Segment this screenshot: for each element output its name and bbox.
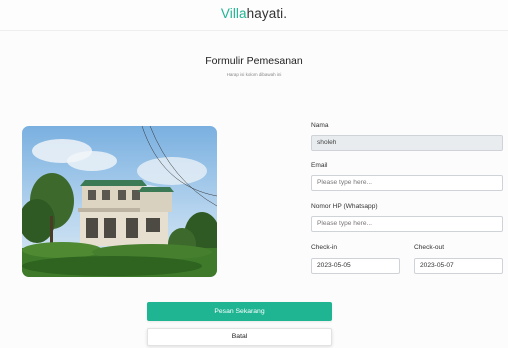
brand-accent: Villa	[220, 6, 247, 21]
form-title: Formulir Pemesanan	[205, 55, 303, 67]
navbar: Villahayati.	[0, 0, 508, 31]
form-subtitle: Harap isi kolom dibawah ini	[226, 72, 282, 77]
checkin-label: Check-in	[311, 244, 338, 251]
brand-logo[interactable]: Villahayati.	[0, 6, 508, 21]
email-label: Email	[311, 162, 328, 169]
phone-field[interactable]: Please type here...	[311, 216, 503, 232]
brand-rest: hayati.	[246, 6, 288, 21]
submit-booking-button[interactable]: Pesan Sekarang	[147, 302, 332, 321]
name-label: Nama	[311, 122, 329, 129]
checkin-date-field[interactable]: 2023-05-05	[311, 258, 400, 274]
checkout-date-field[interactable]: 2023-05-07	[414, 258, 503, 274]
email-field[interactable]: Please type here...	[311, 175, 503, 191]
name-field[interactable]: sholeh	[311, 135, 503, 151]
checkout-label: Check-out	[414, 244, 445, 251]
cancel-button[interactable]: Batal	[147, 328, 332, 346]
phone-label: Nomor HP (Whatsapp)	[311, 203, 378, 210]
villa-photo	[22, 126, 217, 277]
